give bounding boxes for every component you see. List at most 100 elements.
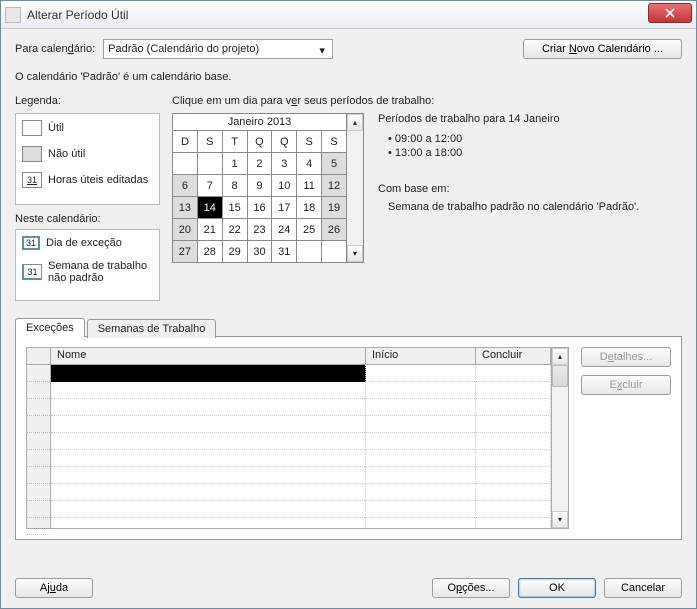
grid-row-header[interactable] — [27, 433, 50, 450]
cell-start[interactable] — [366, 365, 476, 382]
calendar-day[interactable]: 26 — [322, 219, 347, 241]
grid-row[interactable] — [51, 382, 551, 399]
cell-name[interactable] — [51, 518, 366, 528]
cell-start[interactable] — [366, 399, 476, 416]
new-calendar-button[interactable]: Criar Novo Calendário ... — [523, 39, 682, 59]
col-start[interactable]: Início — [366, 348, 476, 365]
grid-row[interactable] — [51, 399, 551, 416]
delete-button[interactable]: Excluir — [581, 375, 671, 395]
calendar-table[interactable]: DSTQQSS123456789101112131415161718192021… — [172, 130, 347, 263]
cell-finish[interactable] — [476, 365, 551, 382]
options-button[interactable]: Opções... — [432, 578, 510, 598]
cell-start[interactable] — [366, 433, 476, 450]
grid-row[interactable] — [51, 484, 551, 501]
cell-finish[interactable] — [476, 382, 551, 399]
calendar-day[interactable]: 23 — [247, 219, 272, 241]
calendar-day[interactable]: 28 — [197, 241, 222, 263]
cell-start[interactable] — [366, 518, 476, 528]
calendar-day[interactable]: 9 — [247, 175, 272, 197]
calendar-day[interactable]: 14 — [197, 197, 222, 219]
grid-row-header[interactable] — [27, 365, 50, 382]
cell-finish[interactable] — [476, 484, 551, 501]
calendar-day[interactable]: 16 — [247, 197, 272, 219]
calendar-day[interactable]: 6 — [173, 175, 198, 197]
cell-finish[interactable] — [476, 518, 551, 528]
cell-finish[interactable] — [476, 501, 551, 518]
calendar-day[interactable] — [197, 153, 222, 175]
grid-body[interactable] — [51, 365, 551, 528]
cell-start[interactable] — [366, 450, 476, 467]
calendar-day[interactable]: 7 — [197, 175, 222, 197]
cell-name[interactable] — [51, 382, 366, 399]
calendar-day[interactable]: 11 — [297, 175, 322, 197]
cell-name[interactable] — [51, 399, 366, 416]
grid-row[interactable] — [51, 433, 551, 450]
calendar-combo[interactable]: Padrão (Calendário do projeto) ▾ — [103, 39, 333, 59]
cell-start[interactable] — [366, 416, 476, 433]
grid-row[interactable] — [51, 365, 551, 382]
calendar-day[interactable]: 21 — [197, 219, 222, 241]
cell-name[interactable] — [51, 501, 366, 518]
cell-start[interactable] — [366, 467, 476, 484]
cell-name[interactable] — [51, 467, 366, 484]
calendar-day[interactable]: 24 — [272, 219, 297, 241]
cell-name[interactable] — [51, 450, 366, 467]
close-button[interactable] — [648, 3, 692, 23]
grid-row[interactable] — [51, 518, 551, 528]
calendar-scroll-up[interactable]: ▴ — [347, 114, 363, 131]
cell-name[interactable] — [51, 484, 366, 501]
calendar-day[interactable]: 19 — [322, 197, 347, 219]
exceptions-grid[interactable]: Nome Início Concluir ▴ ▾ — [26, 347, 569, 529]
calendar-day[interactable]: 22 — [222, 219, 247, 241]
calendar-day[interactable]: 29 — [222, 241, 247, 263]
cell-start[interactable] — [366, 382, 476, 399]
cell-name[interactable] — [51, 365, 366, 382]
ok-button[interactable]: OK — [518, 578, 596, 598]
calendar-day[interactable]: 8 — [222, 175, 247, 197]
grid-row[interactable] — [51, 467, 551, 484]
help-button[interactable]: Ajuda — [15, 578, 93, 598]
grid-row-header[interactable] — [27, 484, 50, 501]
calendar-scrollbar[interactable]: ▴ ▾ — [347, 113, 364, 263]
cell-start[interactable] — [366, 484, 476, 501]
calendar-day[interactable] — [322, 241, 347, 263]
grid-row-header[interactable] — [27, 450, 50, 467]
grid-row-header[interactable] — [27, 501, 50, 518]
cancel-button[interactable]: Cancelar — [604, 578, 682, 598]
calendar-day[interactable]: 25 — [297, 219, 322, 241]
grid-scroll-up[interactable]: ▴ — [552, 348, 568, 365]
tab-exceptions[interactable]: Exceções — [15, 318, 85, 337]
calendar-day[interactable] — [173, 153, 198, 175]
calendar-day[interactable]: 4 — [297, 153, 322, 175]
calendar-day[interactable]: 31 — [272, 241, 297, 263]
calendar-day[interactable]: 12 — [322, 175, 347, 197]
calendar-scroll-down[interactable]: ▾ — [347, 245, 363, 262]
calendar-day[interactable]: 17 — [272, 197, 297, 219]
cell-finish[interactable] — [476, 416, 551, 433]
cell-finish[interactable] — [476, 433, 551, 450]
grid-row[interactable] — [51, 450, 551, 467]
calendar-day[interactable]: 2 — [247, 153, 272, 175]
calendar-day[interactable]: 15 — [222, 197, 247, 219]
calendar-day[interactable]: 18 — [297, 197, 322, 219]
grid-scroll-thumb[interactable] — [552, 365, 568, 387]
cell-name[interactable] — [51, 416, 366, 433]
col-name[interactable]: Nome — [51, 348, 366, 365]
calendar-day[interactable]: 30 — [247, 241, 272, 263]
cell-start[interactable] — [366, 501, 476, 518]
tab-workweeks[interactable]: Semanas de Trabalho — [87, 319, 217, 338]
grid-row-header[interactable] — [27, 518, 50, 535]
grid-row[interactable] — [51, 501, 551, 518]
calendar-day[interactable]: 27 — [173, 241, 198, 263]
calendar-day[interactable]: 5 — [322, 153, 347, 175]
grid-row-header[interactable] — [27, 467, 50, 484]
grid-scroll-down[interactable]: ▾ — [552, 511, 568, 528]
cell-finish[interactable] — [476, 450, 551, 467]
calendar-day[interactable]: 20 — [173, 219, 198, 241]
grid-scrollbar[interactable]: ▴ ▾ — [551, 348, 568, 528]
cell-name[interactable] — [51, 433, 366, 450]
cell-finish[interactable] — [476, 399, 551, 416]
grid-row-header[interactable] — [27, 399, 50, 416]
grid-row-header[interactable] — [27, 382, 50, 399]
calendar-day[interactable]: 10 — [272, 175, 297, 197]
